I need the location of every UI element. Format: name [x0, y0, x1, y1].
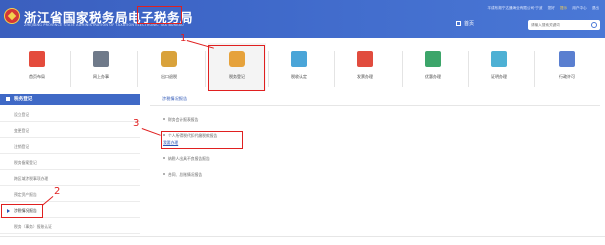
sidebar-item-4[interactable]: 跨区域涉税事项办理 — [0, 172, 140, 186]
search-icon[interactable] — [591, 22, 597, 28]
list-item-2[interactable]: 纳税人出具不良报告报告 — [163, 156, 210, 162]
exit-link[interactable]: 退出 — [592, 6, 599, 10]
nav-label-1: 网上办事 — [93, 74, 109, 79]
nav-label-4: 税收认定 — [291, 74, 307, 79]
sidebar-item-7[interactable]: 税务（事务）报账认证 — [0, 220, 140, 234]
tab-tax-report[interactable]: 涉税情况报告 — [150, 94, 600, 106]
export-refund-icon — [161, 51, 177, 67]
tax-recognize-icon — [291, 51, 307, 67]
home-icon — [456, 21, 461, 26]
nav-label-6: 优惠办理 — [425, 74, 441, 79]
main-nav: 首页布局 网上办事 出口退税 税务登记 税收认定 发票办理 优惠办理 证明办理 … — [0, 43, 605, 91]
company-info: 平成布湘宁达通海业有限公司·宁波 — [487, 6, 543, 10]
sidebar-header: 税务登记 — [0, 94, 140, 105]
sidebar-item-3[interactable]: 税务备案登记 — [0, 156, 140, 170]
nav-label-0: 首页布局 — [29, 74, 45, 79]
tab-tax-report-label: 涉税情况报告 — [162, 96, 188, 101]
site-header: 浙江省国家税务局电子税务局 ZHEJIANG PROVINCE STATE AD… — [0, 0, 605, 38]
printer-icon — [93, 51, 109, 67]
nav-item-2[interactable]: 出口退税 — [140, 43, 198, 91]
highlight-box-main — [161, 131, 243, 149]
nav-item-5[interactable]: 发票办理 — [336, 43, 394, 91]
list-item-3[interactable]: 合同、总账情况报告 — [163, 172, 202, 178]
license-icon — [559, 51, 575, 67]
top-info-bar: 平成布湘宁达通海业有限公司·宁波 您好 提示 用户中心 退出 — [483, 6, 599, 11]
annotation-2: 2 — [54, 186, 61, 197]
list-item-0[interactable]: 财务会计报表报告 — [163, 117, 198, 123]
annotation-3: 3 — [133, 118, 140, 129]
nav-label-2: 出口退税 — [161, 74, 177, 79]
list-item-2-label: 纳税人出具不良报告报告 — [168, 156, 210, 161]
building-icon — [29, 51, 45, 67]
nav-item-8[interactable]: 行政许可 — [538, 43, 596, 91]
list-item-3-label: 合同、总账情况报告 — [168, 172, 203, 177]
tax-emblem-logo — [4, 8, 20, 24]
search-box[interactable] — [528, 20, 600, 30]
nav-item-7[interactable]: 证明办理 — [470, 43, 528, 91]
home-label: 首页 — [464, 21, 475, 27]
warn-badge[interactable]: 提示 — [560, 6, 567, 10]
footer-divider — [0, 236, 605, 237]
nav-item-0[interactable]: 首页布局 — [8, 43, 66, 91]
sidebar-item-1[interactable]: 变更登记 — [0, 124, 140, 138]
nav-item-1[interactable]: 网上办事 — [72, 43, 130, 91]
greeting-label: 您好 — [547, 6, 555, 10]
home-link[interactable]: 首页 — [456, 20, 474, 27]
list-item-0-label: 财务会计报表报告 — [168, 117, 199, 122]
user-center-link[interactable]: 用户中心 — [572, 6, 586, 10]
sidebar-item-0[interactable]: 设立登记 — [0, 108, 140, 122]
discount-icon — [425, 51, 441, 67]
nav-item-6[interactable]: 优惠办理 — [404, 43, 462, 91]
nav-label-8: 行政许可 — [559, 74, 575, 79]
annotation-1: 1 — [180, 33, 187, 44]
certificate-icon — [491, 51, 507, 67]
sidebar: 税务登记 设立登记 变更登记 注销登记 税务备案登记 跨区域涉税事项办理 预定资… — [0, 94, 140, 245]
sidebar-item-2[interactable]: 注销登记 — [0, 140, 140, 154]
nav-label-5: 发票办理 — [357, 74, 373, 79]
nav-item-4[interactable]: 税收认定 — [270, 43, 328, 91]
highlight-box-sidebar — [1, 204, 43, 218]
highlight-box-title — [137, 6, 182, 24]
sidebar-item-5[interactable]: 预定资产报告 — [0, 188, 140, 202]
nav-label-7: 证明办理 — [491, 74, 507, 79]
search-input[interactable] — [528, 20, 594, 30]
highlight-box-nav — [208, 45, 265, 91]
main-content: 涉税情况报告 — [150, 94, 605, 245]
invoice-icon — [357, 51, 373, 67]
